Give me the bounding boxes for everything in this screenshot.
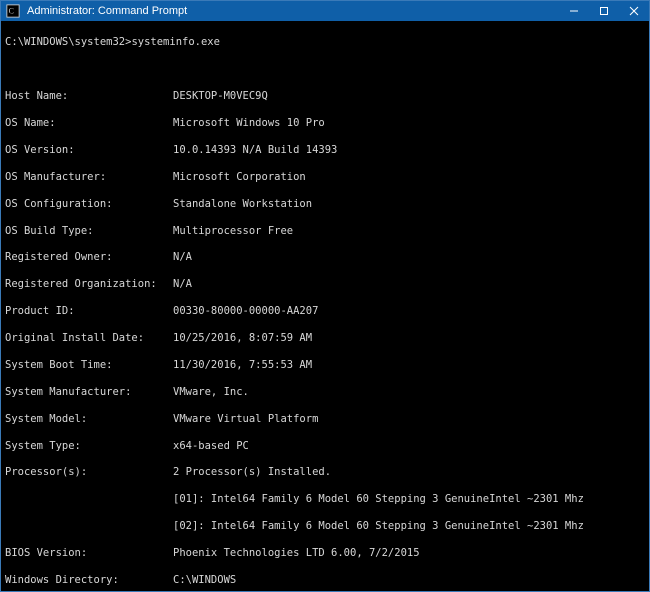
value: 11/30/2016, 7:55:53 AM (173, 359, 312, 371)
value: 10/25/2016, 8:07:59 AM (173, 332, 312, 344)
label: Windows Directory: (5, 574, 173, 587)
prompt-path: C:\WINDOWS\system32> (5, 36, 131, 48)
row-processor-1: [01]: Intel64 Family 6 Model 60 Stepping… (5, 493, 645, 506)
minimize-button[interactable] (559, 1, 589, 21)
label: OS Name: (5, 117, 173, 130)
value: VMware Virtual Platform (173, 413, 318, 425)
value: Microsoft Corporation (173, 171, 306, 183)
row-win-dir: Windows Directory:C:\WINDOWS (5, 574, 645, 587)
svg-text:C: C (9, 7, 14, 16)
window-controls (559, 1, 649, 21)
value: Multiprocessor Free (173, 225, 293, 237)
row-os-configuration: OS Configuration:Standalone Workstation (5, 198, 645, 211)
label: OS Version: (5, 144, 173, 157)
row-registered-org: Registered Organization:N/A (5, 278, 645, 291)
maximize-button[interactable] (589, 1, 619, 21)
value: 2 Processor(s) Installed. (173, 466, 331, 478)
value: N/A (173, 251, 192, 263)
value: Standalone Workstation (173, 198, 312, 210)
row-product-id: Product ID:00330-80000-00000-AA207 (5, 305, 645, 318)
value: VMware, Inc. (173, 386, 249, 398)
row-os-manufacturer: OS Manufacturer:Microsoft Corporation (5, 171, 645, 184)
label: OS Manufacturer: (5, 171, 173, 184)
row-os-build-type: OS Build Type:Multiprocessor Free (5, 225, 645, 238)
label: Original Install Date: (5, 332, 173, 345)
row-sys-type: System Type:x64-based PC (5, 440, 645, 453)
label: System Manufacturer: (5, 386, 173, 399)
row-registered-owner: Registered Owner:N/A (5, 251, 645, 264)
label: Host Name: (5, 90, 173, 103)
label: OS Build Type: (5, 225, 173, 238)
label: Registered Owner: (5, 251, 173, 264)
cmd-icon: C (5, 3, 21, 19)
value: Phoenix Technologies LTD 6.00, 7/2/2015 (173, 547, 420, 559)
value: 10.0.14393 N/A Build 14393 (173, 144, 337, 156)
label: OS Configuration: (5, 198, 173, 211)
row-os-version: OS Version:10.0.14393 N/A Build 14393 (5, 144, 645, 157)
label: System Model: (5, 413, 173, 426)
value: x64-based PC (173, 440, 249, 452)
titlebar[interactable]: C Administrator: Command Prompt (1, 1, 649, 21)
close-button[interactable] (619, 1, 649, 21)
row-install-date: Original Install Date:10/25/2016, 8:07:5… (5, 332, 645, 345)
value: 00330-80000-00000-AA207 (173, 305, 318, 317)
label: Product ID: (5, 305, 173, 318)
row-os-name: OS Name:Microsoft Windows 10 Pro (5, 117, 645, 130)
command-prompt-window: C Administrator: Command Prompt C:\WINDO… (0, 0, 650, 592)
terminal-output[interactable]: C:\WINDOWS\system32>systeminfo.exe Host … (1, 21, 649, 591)
label: System Type: (5, 440, 173, 453)
value: N/A (173, 278, 192, 290)
row-processors: Processor(s):2 Processor(s) Installed. (5, 466, 645, 479)
row-host-name: Host Name:DESKTOP-M0VEC9Q (5, 90, 645, 103)
value: Microsoft Windows 10 Pro (173, 117, 325, 129)
row-processor-2: [02]: Intel64 Family 6 Model 60 Stepping… (5, 520, 645, 533)
value: DESKTOP-M0VEC9Q (173, 90, 268, 102)
row-bios: BIOS Version:Phoenix Technologies LTD 6.… (5, 547, 645, 560)
value: C:\WINDOWS (173, 574, 236, 586)
label: Processor(s): (5, 466, 173, 479)
prompt-command: systeminfo.exe (131, 36, 220, 48)
blank-line (5, 63, 645, 76)
row-sys-model: System Model:VMware Virtual Platform (5, 413, 645, 426)
prompt-line: C:\WINDOWS\system32>systeminfo.exe (5, 36, 645, 49)
label: Registered Organization: (5, 278, 173, 291)
row-boot-time: System Boot Time:11/30/2016, 7:55:53 AM (5, 359, 645, 372)
label: System Boot Time: (5, 359, 173, 372)
window-title: Administrator: Command Prompt (25, 5, 559, 17)
label: BIOS Version: (5, 547, 173, 560)
row-sys-manufacturer: System Manufacturer:VMware, Inc. (5, 386, 645, 399)
